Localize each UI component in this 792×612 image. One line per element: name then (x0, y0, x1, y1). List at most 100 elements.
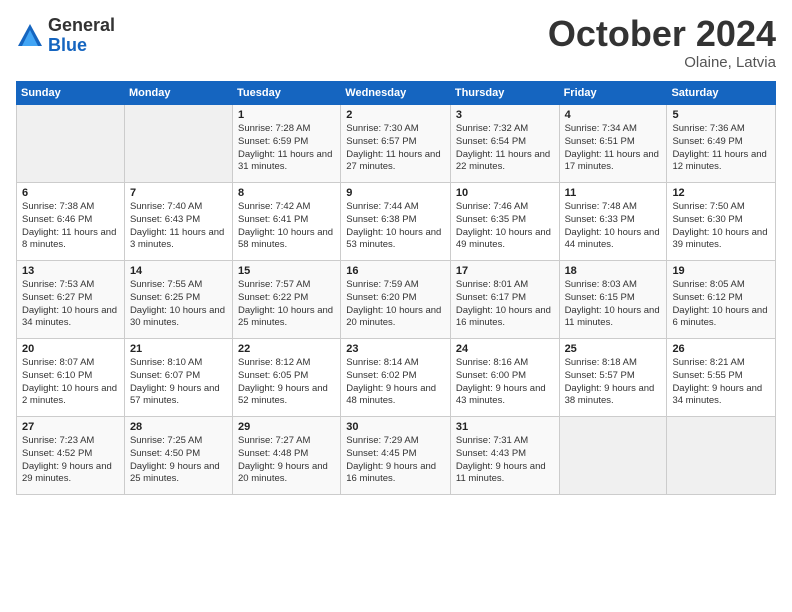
day-number: 13 (22, 265, 119, 277)
calendar-week-row: 6 Sunrise: 7:38 AMSunset: 6:46 PMDaylight… (17, 183, 776, 261)
calendar-cell: 1Sunrise: 7:28 AMSunset: 6:59 PMDaylight… (233, 105, 341, 183)
day-number: 25 (565, 343, 662, 355)
day-number: 14 (130, 265, 227, 277)
day-number: 6 (22, 187, 119, 199)
day-number: 7 (130, 187, 227, 199)
day-number: 5 (672, 109, 770, 121)
day-info: Sunrise: 7:31 AMSunset: 4:43 PMDaylight:… (456, 435, 554, 486)
day-number: 10 (456, 187, 554, 199)
day-number: 20 (22, 343, 119, 355)
day-info: Sunrise: 7:29 AMSunset: 4:45 PMDaylight:… (346, 435, 445, 486)
day-info: Sunrise: 7:57 AMSunset: 6:22 PMDaylight:… (238, 279, 335, 330)
header-tuesday: Tuesday (233, 82, 341, 105)
day-info: Sunrise: 7:50 AMSunset: 6:30 PMDaylight:… (672, 201, 770, 252)
day-number: 3 (456, 109, 554, 121)
calendar-cell: 21 Sunrise: 8:10 AMSunset: 6:07 PMDayligh… (124, 339, 232, 417)
calendar-cell: 13Sunrise: 7:53 AMSunset: 6:27 PMDayligh… (17, 261, 125, 339)
calendar-cell: 16 Sunrise: 7:59 AMSunset: 6:20 PMDayligh… (341, 261, 451, 339)
header-saturday: Saturday (667, 82, 776, 105)
day-number: 12 (672, 187, 770, 199)
day-info: Sunrise: 8:18 AMSunset: 5:57 PMDaylight:… (565, 357, 662, 408)
calendar-cell: 17Sunrise: 8:01 AMSunset: 6:17 PMDayligh… (450, 261, 559, 339)
header-wednesday: Wednesday (341, 82, 451, 105)
day-info: Sunrise: 8:07 AMSunset: 6:10 PMDaylight:… (22, 357, 119, 408)
calendar-cell: 3 Sunrise: 7:32 AMSunset: 6:54 PMDaylight… (450, 105, 559, 183)
empty-cell (17, 105, 125, 183)
month-title: October 2024 (548, 16, 776, 52)
day-number: 27 (22, 421, 119, 433)
logo-blue-label: Blue (48, 36, 115, 56)
calendar-cell: 24 Sunrise: 8:16 AMSunset: 6:00 PMDayligh… (450, 339, 559, 417)
day-info: Sunrise: 8:16 AMSunset: 6:00 PMDaylight:… (456, 357, 554, 408)
calendar-cell: 7 Sunrise: 7:40 AMSunset: 6:43 PMDaylight… (124, 183, 232, 261)
day-number: 18 (565, 265, 662, 277)
day-number: 2 (346, 109, 445, 121)
calendar-table: Sunday Monday Tuesday Wednesday Thursday… (16, 81, 776, 495)
day-number: 8 (238, 187, 335, 199)
calendar-cell: 23 Sunrise: 8:14 AMSunset: 6:02 PMDayligh… (341, 339, 451, 417)
day-number: 16 (346, 265, 445, 277)
day-info: Sunrise: 7:23 AMSunset: 4:52 PMDaylight:… (22, 435, 119, 486)
day-info: Sunrise: 7:44 AMSunset: 6:38 PMDaylight:… (346, 201, 445, 252)
header-friday: Friday (559, 82, 667, 105)
calendar-cell: 4 Sunrise: 7:34 AMSunset: 6:51 PMDaylight… (559, 105, 667, 183)
day-info: Sunrise: 7:59 AMSunset: 6:20 PMDaylight:… (346, 279, 445, 330)
day-info: Sunrise: 8:21 AMSunset: 5:55 PMDaylight:… (672, 357, 770, 408)
calendar-page: General Blue October 2024 Olaine, Latvia… (0, 0, 792, 612)
calendar-cell: 29Sunrise: 7:27 AMSunset: 4:48 PMDayligh… (233, 417, 341, 495)
day-number: 4 (565, 109, 662, 121)
calendar-cell: 2Sunrise: 7:30 AMSunset: 6:57 PMDaylight… (341, 105, 451, 183)
calendar-week-row: 20 Sunrise: 8:07 AMSunset: 6:10 PMDayligh… (17, 339, 776, 417)
calendar-cell: 12 Sunrise: 7:50 AMSunset: 6:30 PMDayligh… (667, 183, 776, 261)
day-number: 31 (456, 421, 554, 433)
day-info: Sunrise: 7:27 AMSunset: 4:48 PMDaylight:… (238, 435, 335, 486)
calendar-cell: 28 Sunrise: 7:25 AMSunset: 4:50 PMDayligh… (124, 417, 232, 495)
day-number: 26 (672, 343, 770, 355)
calendar-cell: 14Sunrise: 7:55 AMSunset: 6:25 PMDayligh… (124, 261, 232, 339)
header-thursday: Thursday (450, 82, 559, 105)
calendar-cell: 15 Sunrise: 7:57 AMSunset: 6:22 PMDayligh… (233, 261, 341, 339)
weekday-header-row: Sunday Monday Tuesday Wednesday Thursday… (17, 82, 776, 105)
day-info: Sunrise: 8:05 AMSunset: 6:12 PMDaylight:… (672, 279, 770, 330)
day-info: Sunrise: 7:32 AMSunset: 6:54 PMDaylight:… (456, 123, 554, 174)
calendar-cell: 11 Sunrise: 7:48 AMSunset: 6:33 PMDayligh… (559, 183, 667, 261)
day-number: 23 (346, 343, 445, 355)
calendar-cell: 22Sunrise: 8:12 AMSunset: 6:05 PMDayligh… (233, 339, 341, 417)
day-number: 28 (130, 421, 227, 433)
day-info: Sunrise: 7:42 AMSunset: 6:41 PMDaylight:… (238, 201, 335, 252)
empty-cell (667, 417, 776, 495)
day-number: 1 (238, 109, 335, 121)
calendar-cell: 30Sunrise: 7:29 AMSunset: 4:45 PMDayligh… (341, 417, 451, 495)
day-info: Sunrise: 7:25 AMSunset: 4:50 PMDaylight:… (130, 435, 227, 486)
calendar-week-row: 27 Sunrise: 7:23 AMSunset: 4:52 PMDayligh… (17, 417, 776, 495)
location: Olaine, Latvia (548, 54, 776, 71)
calendar-cell: 9Sunrise: 7:44 AMSunset: 6:38 PMDaylight… (341, 183, 451, 261)
day-info: Sunrise: 7:34 AMSunset: 6:51 PMDaylight:… (565, 123, 662, 174)
day-info: Sunrise: 8:14 AMSunset: 6:02 PMDaylight:… (346, 357, 445, 408)
day-number: 19 (672, 265, 770, 277)
day-info: Sunrise: 7:38 AMSunset: 6:46 PMDaylight:… (22, 201, 119, 252)
header-sunday: Sunday (17, 82, 125, 105)
empty-cell (559, 417, 667, 495)
header-monday: Monday (124, 82, 232, 105)
calendar-cell: 5 Sunrise: 7:36 AMSunset: 6:49 PMDaylight… (667, 105, 776, 183)
title-block: October 2024 Olaine, Latvia (548, 16, 776, 71)
day-info: Sunrise: 8:10 AMSunset: 6:07 PMDaylight:… (130, 357, 227, 408)
calendar-cell: 20 Sunrise: 8:07 AMSunset: 6:10 PMDayligh… (17, 339, 125, 417)
day-number: 15 (238, 265, 335, 277)
calendar-cell: 8 Sunrise: 7:42 AMSunset: 6:41 PMDaylight… (233, 183, 341, 261)
day-info: Sunrise: 8:12 AMSunset: 6:05 PMDaylight:… (238, 357, 335, 408)
empty-cell (124, 105, 232, 183)
calendar-week-row: 13Sunrise: 7:53 AMSunset: 6:27 PMDayligh… (17, 261, 776, 339)
day-number: 24 (456, 343, 554, 355)
calendar-cell: 6 Sunrise: 7:38 AMSunset: 6:46 PMDaylight… (17, 183, 125, 261)
day-info: Sunrise: 7:40 AMSunset: 6:43 PMDaylight:… (130, 201, 227, 252)
day-info: Sunrise: 7:48 AMSunset: 6:33 PMDaylight:… (565, 201, 662, 252)
day-info: Sunrise: 7:36 AMSunset: 6:49 PMDaylight:… (672, 123, 770, 174)
header: General Blue October 2024 Olaine, Latvia (16, 16, 776, 71)
calendar-cell: 31 Sunrise: 7:31 AMSunset: 4:43 PMDayligh… (450, 417, 559, 495)
day-number: 11 (565, 187, 662, 199)
day-number: 21 (130, 343, 227, 355)
logo: General Blue (16, 16, 115, 56)
day-info: Sunrise: 8:03 AMSunset: 6:15 PMDaylight:… (565, 279, 662, 330)
